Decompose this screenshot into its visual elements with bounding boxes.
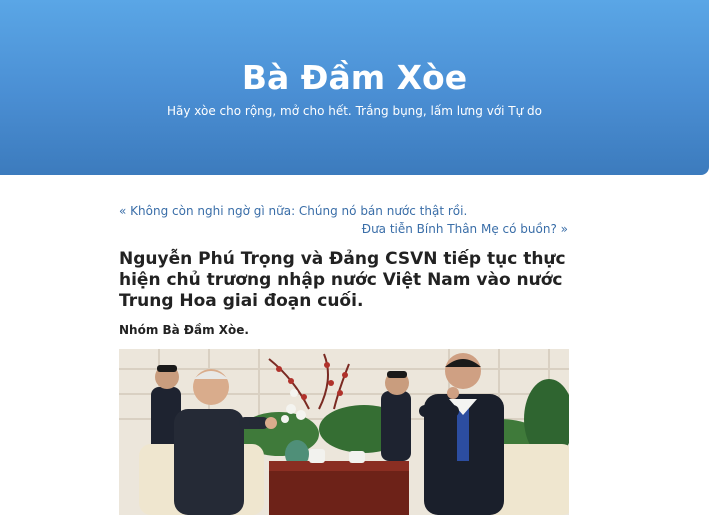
post-title: Nguyễn Phú Trọng và Đảng CSVN tiếp tục t… (119, 249, 566, 311)
post-photo-illustration (119, 349, 569, 515)
next-arrow: » (560, 222, 568, 236)
blog-title-link[interactable]: Bà Đầm Xòe (0, 58, 709, 98)
page: Bà Đầm Xòe Hãy xòe cho rộng, mở cho hết.… (0, 0, 711, 515)
previous-post-nav: « Không còn nghi ngờ gì nữa: Chúng nó bá… (119, 203, 467, 219)
previous-arrow: « (119, 204, 127, 218)
next-post-link[interactable]: Đưa tiễn Bính Thân Mẹ có buồn? (362, 222, 557, 236)
previous-post-link[interactable]: Không còn nghi ngờ gì nữa: Chúng nó bán … (130, 204, 467, 218)
post-byline: Nhóm Bà Đầm Xòe. (119, 323, 249, 337)
blog-header: Bà Đầm Xòe Hãy xòe cho rộng, mở cho hết.… (0, 0, 709, 175)
post-photo (119, 349, 569, 515)
blog-tagline: Hãy xòe cho rộng, mở cho hết. Trắng bụng… (166, 104, 542, 118)
next-post-nav: Đưa tiễn Bính Thân Mẹ có buồn? » (362, 221, 568, 237)
